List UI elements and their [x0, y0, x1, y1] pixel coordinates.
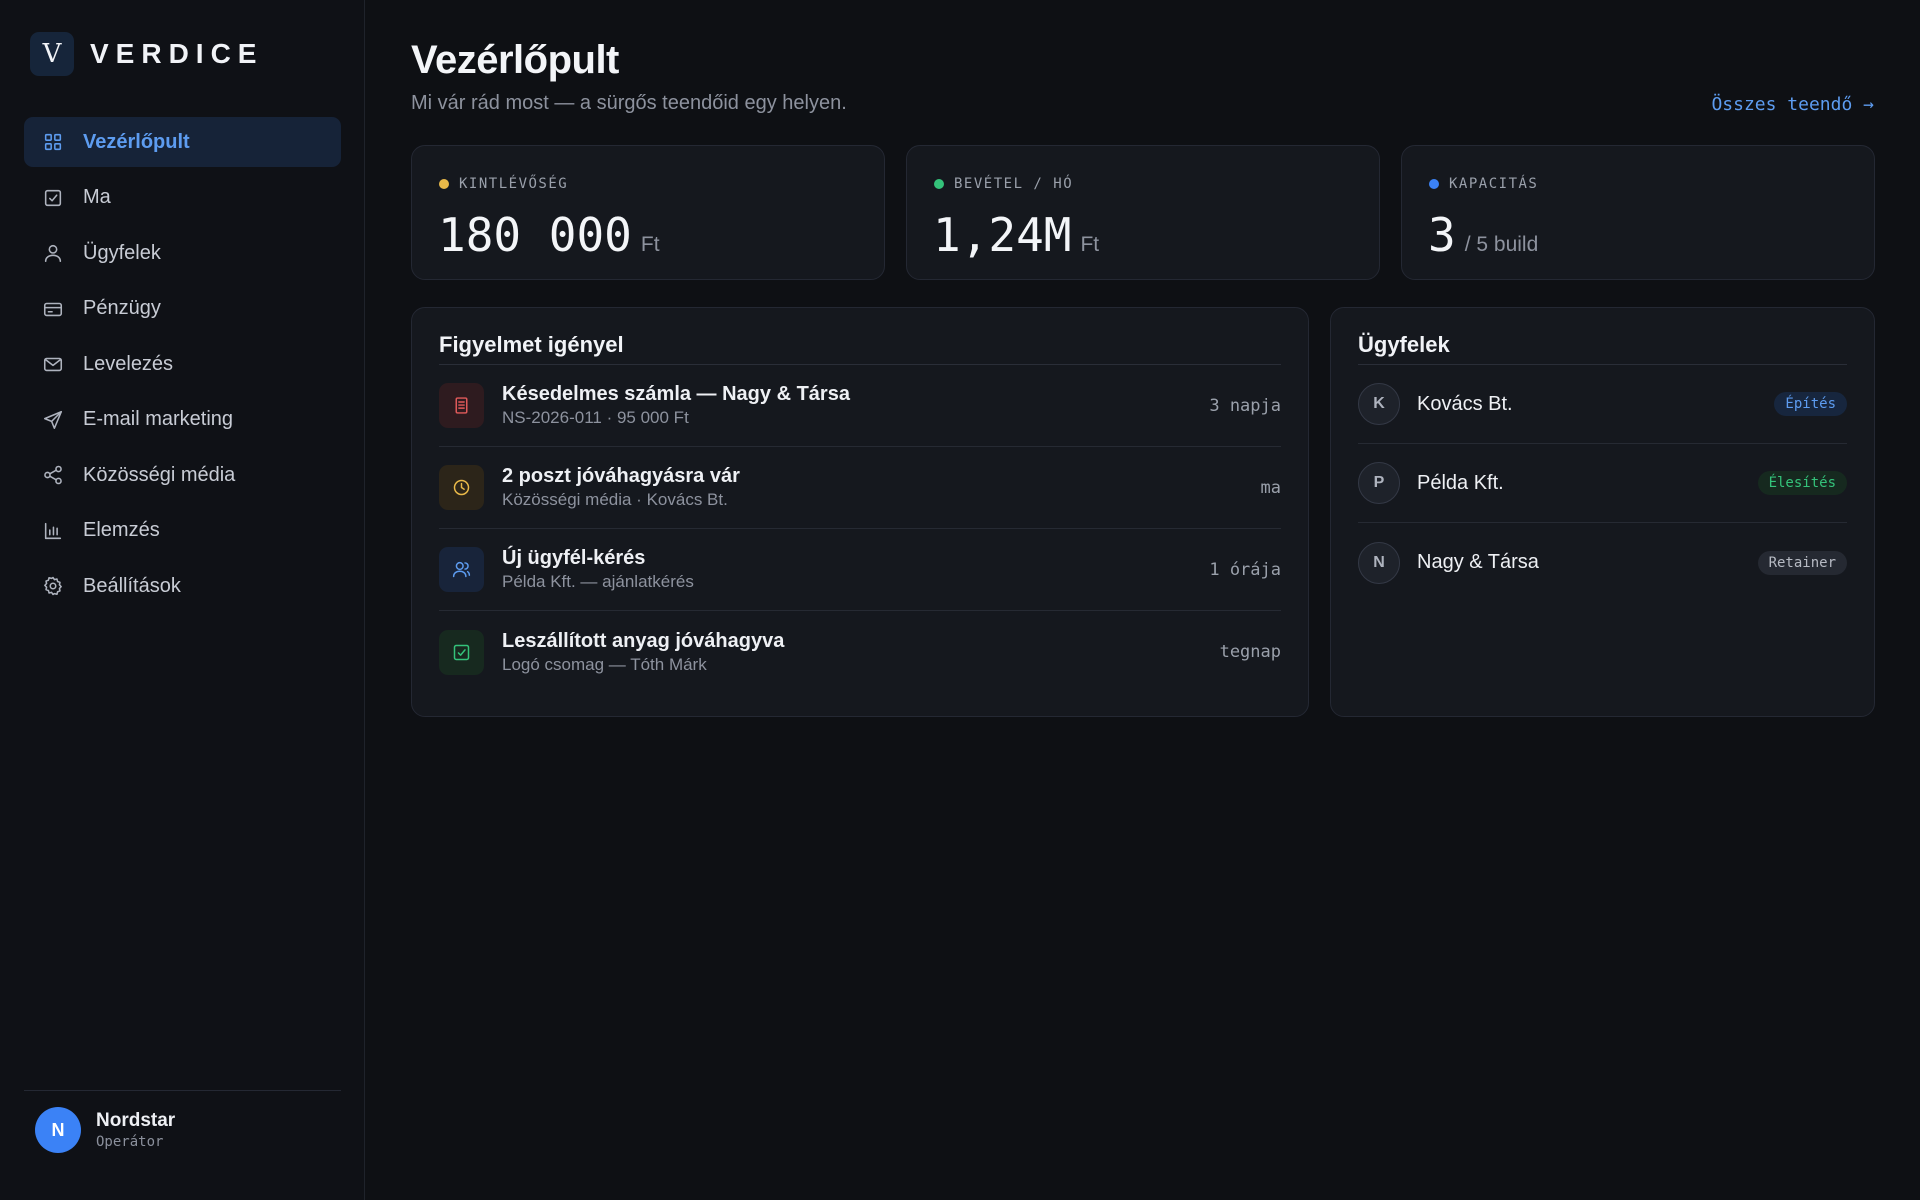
sidebar-item-today[interactable]: Ma — [24, 173, 341, 223]
list-item[interactable]: Új ügyfél-kérés Példa Kft. — ajánlatkéré… — [439, 529, 1281, 611]
avatar: P — [1358, 462, 1400, 504]
item-title: 2 poszt jóváhagyásra vár — [502, 465, 740, 487]
client-row[interactable]: N Nagy & Társa Retainer — [1358, 523, 1847, 602]
check-square-icon — [439, 629, 484, 675]
sidebar-item-analytics[interactable]: Elemzés — [24, 506, 341, 556]
sidebar-item-label: Elemzés — [83, 519, 160, 541]
item-title: Új ügyfél-kérés — [502, 547, 646, 569]
stat-unit: Ft — [1080, 233, 1100, 256]
panel-title: Figyelmet igényel — [439, 332, 624, 357]
page-subtitle: Mi vár rád most — a sürgős teendőid egy … — [411, 92, 847, 114]
client-name: Kovács Bt. — [1417, 392, 1513, 415]
clients-panel: Ügyfelek K Kovács Bt. Építés P Példa Kft… — [1330, 307, 1875, 717]
all-tasks-link[interactable]: Összes teendő → — [1711, 94, 1874, 115]
sidebar-item-settings[interactable]: Beállítások — [24, 561, 341, 611]
stat-value: 3 — [1428, 208, 1456, 262]
sidebar-item-clients[interactable]: Ügyfelek — [24, 228, 341, 278]
list-item[interactable]: Késedelmes számla — Nagy & Társa NS-2026… — [439, 365, 1281, 447]
sidebar-item-email-marketing[interactable]: E-mail marketing — [24, 395, 341, 445]
stat-unit: / 5 build — [1464, 233, 1539, 256]
item-subtitle: Logó csomag — Tóth Márk — [502, 654, 707, 674]
avatar: K — [1358, 383, 1400, 425]
stat-label: BEVÉTEL / HÓ — [954, 176, 1074, 192]
sidebar-item-label: Levelezés — [83, 352, 174, 375]
user-profile[interactable]: N Nordstar Operátor — [35, 1107, 175, 1153]
sidebar: V VERDICE Vezérlőpult Ma Ügyfelek Pénzüg… — [0, 0, 365, 1200]
sidebar-item-social-media[interactable]: Közösségi média — [24, 450, 341, 500]
gear-icon — [42, 575, 64, 597]
sidebar-item-dashboard[interactable]: Vezérlőpult — [24, 117, 341, 167]
status-dot — [1429, 179, 1439, 189]
user-name: Nordstar — [96, 1110, 176, 1131]
status-dot — [439, 179, 449, 189]
item-time: tegnap — [1219, 642, 1281, 662]
page-title: Vezérlőpult — [411, 38, 619, 82]
sidebar-item-label: Közösségi média — [83, 463, 236, 486]
item-title: Késedelmes számla — Nagy & Társa — [502, 383, 850, 405]
status-badge: Élesítés — [1757, 471, 1847, 495]
user-icon — [42, 242, 64, 264]
item-title: Leszállított anyag jóváhagyva — [502, 629, 785, 652]
list-item[interactable]: Leszállított anyag jóváhagyva Logó csoma… — [439, 611, 1281, 693]
check-square-icon — [42, 187, 64, 209]
item-time: 3 napja — [1209, 395, 1281, 416]
sidebar-item-label: Pénzügy — [83, 297, 161, 319]
item-time: ma — [1260, 477, 1281, 498]
client-name: Nagy & Társa — [1417, 551, 1539, 573]
brand-name: VERDICE — [90, 38, 264, 69]
sidebar-divider — [24, 1090, 341, 1091]
user-icon — [439, 547, 484, 592]
item-subtitle: Közösségi média · Kovács Bt. — [502, 490, 728, 509]
item-subtitle: NS-2026-011 · 95 000 Ft — [502, 408, 689, 427]
avatar: N — [1358, 541, 1400, 584]
stat-value: 1,24M — [933, 208, 1072, 262]
credit-card-icon — [42, 298, 64, 320]
stat-card-receivables: KINTLÉVŐSÉG 180 000 Ft — [411, 145, 885, 280]
client-name: Példa Kft. — [1417, 471, 1504, 494]
client-row[interactable]: K Kovács Bt. Építés — [1358, 365, 1847, 444]
invoice-icon — [439, 383, 484, 428]
client-row[interactable]: P Példa Kft. Élesítés — [1358, 444, 1847, 523]
stat-card-capacity: KAPACITÁS 3 / 5 build — [1401, 145, 1875, 280]
stat-label: KINTLÉVŐSÉG — [459, 176, 569, 192]
clock-icon — [439, 465, 484, 510]
brand-logo: V — [30, 32, 74, 76]
item-time: 1 órája — [1209, 559, 1281, 580]
sidebar-item-mail[interactable]: Levelezés — [24, 339, 341, 389]
sidebar-item-finance[interactable]: Pénzügy — [24, 284, 341, 334]
avatar: N — [35, 1107, 81, 1153]
bar-chart-icon — [42, 520, 64, 542]
attention-panel: Figyelmet igényel Késedelmes számla — Na… — [411, 307, 1309, 717]
share-icon — [42, 464, 64, 486]
status-badge: Retainer — [1757, 550, 1847, 575]
sidebar-item-label: Ügyfelek — [83, 241, 161, 264]
sidebar-item-label: Ma — [83, 186, 111, 208]
grid-icon — [42, 131, 64, 153]
status-badge: Építés — [1774, 392, 1847, 416]
stat-card-revenue: BEVÉTEL / HÓ 1,24M Ft — [906, 145, 1380, 280]
sidebar-item-label: Beállítások — [83, 574, 181, 597]
mail-icon — [42, 353, 64, 375]
stat-label: KAPACITÁS — [1449, 176, 1539, 192]
user-role: Operátor — [96, 1134, 164, 1150]
item-subtitle: Példa Kft. — ajánlatkérés — [502, 572, 694, 591]
stat-unit: Ft — [640, 233, 660, 256]
send-icon — [42, 409, 64, 431]
list-item[interactable]: 2 poszt jóváhagyásra vár Közösségi média… — [439, 447, 1281, 529]
sidebar-item-label: Vezérlőpult — [83, 130, 190, 153]
sidebar-nav: Vezérlőpult Ma Ügyfelek Pénzügy Levelezé… — [24, 117, 341, 617]
status-dot — [934, 179, 944, 189]
panel-title: Ügyfelek — [1358, 332, 1450, 357]
stat-value: 180 000 — [438, 208, 632, 262]
sidebar-item-label: E-mail marketing — [83, 408, 234, 430]
brand[interactable]: V VERDICE — [30, 32, 263, 76]
